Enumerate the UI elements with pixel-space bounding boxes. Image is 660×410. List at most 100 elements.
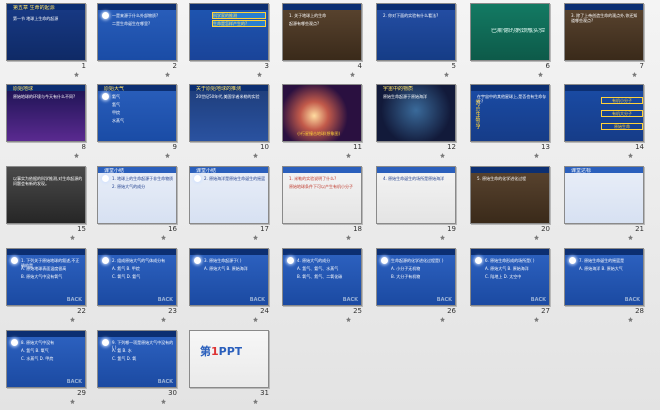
slide-thumbnail[interactable]: 第1PPT — [189, 330, 269, 388]
slide-cell-7[interactable]: 3. 除了上帝创造生命的观点外,你还知道哪些观点? 7 — [564, 3, 646, 77]
transition-star-icon — [257, 62, 262, 77]
slide-thumbnail[interactable]: 原始大气 氨气 氢气 甲烷 水蒸气 — [97, 84, 177, 142]
slide-header-bar — [283, 4, 361, 10]
slide-text-line: 7. 原始生命诞生的摇篮是 — [579, 258, 625, 263]
slide-cell-16[interactable]: 课堂小结 1. 地球上的生命起源于非生命物质 2. 原始大气的成分 16 — [97, 166, 179, 240]
slide-cell-30[interactable]: 9. 下列哪一项是原始大气中没有的( ) A. 氨 B. 水 C. 氢气 D. 氧B… — [97, 330, 179, 404]
slide-header-bar — [377, 4, 455, 10]
slide-thumbnail[interactable]: 5. 原始生命的化学进化过程 — [470, 166, 550, 224]
slide-text-line: 一是来源于什么外部物质? — [112, 13, 159, 18]
slide-thumbnail[interactable]: 以事实为依据的科学推测,对生命起源的问题会有新的发现。 — [6, 166, 86, 224]
slide-thumbnail[interactable]: 小行星撞击地球(想象图) — [282, 84, 362, 142]
slide-cell-27[interactable]: 6. 原始生命形成的场所是( ) A. 原始大气 B. 原始海洋 C. 陆地上 D.… — [470, 248, 552, 322]
logo-text-suffix: PPT — [218, 345, 243, 358]
slide-number: 22 — [77, 307, 86, 315]
slide-cell-26[interactable]: 生命起源的化学进化过程是( ) A. 小分子无机物 B. 大分子有机物 BACK 26 — [376, 248, 458, 322]
transition-star-icon — [632, 62, 637, 77]
slide-cell-21[interactable]: 课堂达标 21 — [564, 166, 646, 240]
slide-thumbnail[interactable]: 关于原始地球的推测 20世纪50年代,美国学者米勒的实验 — [189, 84, 269, 142]
slide-cell-6[interactable]: 巴斯德的鹅颈瓶实验 6 — [470, 3, 552, 77]
slide-title: 原始大气 — [104, 86, 125, 92]
slide-cell-17[interactable]: 课堂小结 2. 原始海洋是原始生命诞生的摇篮 17 — [189, 166, 271, 240]
slide-cell-20[interactable]: 5. 原始生命的化学进化过程 20 — [470, 166, 552, 240]
slide-thumbnail[interactable]: 2. 组成原始大气的气体成分有 A. 氮气 B. 甲烷 C. 氧气 D. 氨气 BAC… — [97, 248, 177, 306]
slide-thumbnail[interactable]: 1. 米勒的实验说明了什么? 原始地球条件下可以产生有机小分子 — [282, 166, 362, 224]
slide-thumbnail[interactable]: 课堂达标 — [564, 166, 644, 224]
slide-cell-1[interactable]: 第五章 生命的起源 第一节 地球上生命的起源 1 — [6, 3, 88, 77]
slide-thumbnail[interactable]: 原始地球 原始地球的环境与今天有什么不同? — [6, 84, 86, 142]
slide-cell-29[interactable]: 8. 原始大气中没有 A. 氢气 B. 氧气 C. 水蒸气 D. 甲烷 BACK 29 — [6, 330, 88, 404]
slide-thumbnail[interactable]: 7. 原始生命诞生的摇篮是 A. 原始海洋 B. 原始大气 BACK — [564, 248, 644, 306]
slide-cell-5[interactable]: 2. 你对下面的实验有什么看法? 5 — [376, 3, 458, 77]
slide-number: 20 — [541, 225, 550, 233]
slide-text-line: 20世纪50年代,美国学者米勒的实验 — [196, 94, 260, 99]
slide-thumbnail[interactable]: 课堂小结 1. 地球上的生命起源于非生命物质 2. 原始大气的成分 — [97, 166, 177, 224]
slide-cell-31[interactable]: 第1PPT 31 — [189, 330, 271, 404]
slide-thumbnail[interactable]: 科学家的推测 生命是怎样产生的? — [189, 3, 269, 61]
slide-text-line: A. 小分子无机物 — [391, 266, 421, 271]
slide-cell-3[interactable]: 科学家的推测 生命是怎样产生的? 3 — [189, 3, 271, 77]
slide-thumbnail[interactable]: 9. 下列哪一项是原始大气中没有的( ) A. 氨 B. 水 C. 氢气 D. 氧B… — [97, 330, 177, 388]
slide-cell-24[interactable]: 3. 原始生命起源于( ) A. 原始大气 B. 原始海洋 BACK 24 — [189, 248, 271, 322]
slide-thumbnail[interactable]: 1. 关于地球上的生命 起源有哪些观点? — [282, 3, 362, 61]
slide-cell-25[interactable]: 4. 原始大气的成分 A. 氢气、氨气、水蒸气 B. 氧气、氮气、二氧化碳 BACK 2… — [282, 248, 364, 322]
slide-thumbnail[interactable]: 8. 原始大气中没有 A. 氢气 B. 氧气 C. 水蒸气 D. 甲烷 BACK — [6, 330, 86, 388]
slide-text-line: A. 原始地球表面温度很高 — [21, 266, 67, 271]
slide-title: 巴斯德的鹅颈瓶实验 — [491, 28, 546, 34]
slide-cell-4[interactable]: 1. 关于地球上的生命 起源有哪些观点? 4 — [282, 3, 364, 77]
slide-thumbnail[interactable]: 6. 原始生命形成的场所是( ) A. 原始大气 B. 原始海洋 C. 陆地上 D.… — [470, 248, 550, 306]
sparkle-icon — [102, 257, 109, 264]
slide-cell-10[interactable]: 关于原始地球的推测 20世纪50年代,美国学者米勒的实验 10 — [189, 84, 271, 158]
slide-thumbnail[interactable]: 第五章 生命的起源 第一节 地球上生命的起源 — [6, 3, 86, 61]
slide-cell-13[interactable]: 在宇宙中的其他星球上,是否也有生命存在? 热点生物学 13 — [470, 84, 552, 158]
slide-cell-8[interactable]: 原始地球 原始地球的环境与今天有什么不同? 8 — [6, 84, 88, 158]
sparkle-icon — [11, 339, 18, 346]
slide-thumbnail[interactable]: 在宇宙中的其他星球上,是否也有生命存在? 热点生物学 — [470, 84, 550, 142]
slide-number: 12 — [447, 143, 456, 151]
back-label: BACK — [66, 379, 82, 385]
slide-text-line: A. 原始大气 B. 原始海洋 — [204, 266, 248, 271]
back-label: BACK — [157, 379, 173, 385]
slide-cell-14[interactable]: 有机小分子 有机大分子 原始生命 14 — [564, 84, 646, 158]
slide-title: 原始地球 — [13, 86, 34, 92]
slide-number: 27 — [541, 307, 550, 315]
slide-thumbnail[interactable]: 2. 你对下面的实验有什么看法? — [376, 3, 456, 61]
slide-flow-label: 有机小分子 — [601, 97, 643, 104]
transition-star-icon — [161, 307, 166, 322]
transition-star-icon — [628, 143, 633, 158]
slide-thumbnail[interactable]: 3. 除了上帝创造生命的观点外,你还知道哪些观点? — [564, 3, 644, 61]
slide-thumbnail[interactable]: 有机小分子 有机大分子 原始生命 — [564, 84, 644, 142]
slide-cell-2[interactable]: 一是来源于什么外部物质? 二是生命诞生在哪里? 2 — [97, 3, 179, 77]
slide-text-line: 4. 原始大气的成分 — [297, 258, 331, 263]
slide-number: 29 — [77, 389, 86, 397]
slide-header-bar — [471, 249, 549, 255]
slide-cell-12[interactable]: 宇宙中的物质 原始生命起源于原始海洋 12 — [376, 84, 458, 158]
slide-thumbnail[interactable]: 课堂小结 2. 原始海洋是原始生命诞生的摇篮 — [189, 166, 269, 224]
slide-cell-15[interactable]: 以事实为依据的科学推测,对生命起源的问题会有新的发现。 15 — [6, 166, 88, 240]
transition-star-icon — [346, 143, 351, 158]
slide-cell-28[interactable]: 7. 原始生命诞生的摇篮是 A. 原始海洋 B. 原始大气 BACK 28 — [564, 248, 646, 322]
slide-thumbnail[interactable]: 1. 下列关于原始地球的叙述,不正确的是 A. 原始地球表面温度很高 B. 原始大气… — [6, 248, 86, 306]
slide-thumbnail[interactable]: 3. 原始生命起源于( ) A. 原始大气 B. 原始海洋 BACK — [189, 248, 269, 306]
slide-thumbnail[interactable]: 4. 原始大气的成分 A. 氢气、氨气、水蒸气 B. 氧气、氮气、二氧化碳 BACK — [282, 248, 362, 306]
transition-star-icon — [440, 307, 445, 322]
slide-thumbnail[interactable]: 宇宙中的物质 原始生命起源于原始海洋 — [376, 84, 456, 142]
slide-number: 2 — [172, 62, 177, 70]
slide-text-line: 2. 组成原始大气的气体成分有 — [112, 258, 166, 263]
slide-thumbnail[interactable]: 巴斯德的鹅颈瓶实验 — [470, 3, 550, 61]
sparkle-icon — [475, 257, 482, 264]
ppt-logo: 第1PPT — [200, 345, 242, 358]
slide-thumbnail[interactable]: 4. 原始生命诞生的场所是原始海洋 — [376, 166, 456, 224]
slide-cell-22[interactable]: 1. 下列关于原始地球的叙述,不正确的是 A. 原始地球表面温度很高 B. 原始大气… — [6, 248, 88, 322]
slide-cell-18[interactable]: 1. 米勒的实验说明了什么? 原始地球条件下可以产生有机小分子 18 — [282, 166, 364, 240]
slide-number: 11 — [353, 143, 362, 151]
slide-thumbnail[interactable]: 生命起源的化学进化过程是( ) A. 小分子无机物 B. 大分子有机物 BACK — [376, 248, 456, 306]
slide-cell-19[interactable]: 4. 原始生命诞生的场所是原始海洋 19 — [376, 166, 458, 240]
slide-cell-11[interactable]: 小行星撞击地球(想象图) 11 — [282, 84, 364, 158]
slide-title: 课堂小结 — [104, 168, 125, 174]
slide-number: 14 — [635, 143, 644, 151]
slide-cell-23[interactable]: 2. 组成原始大气的气体成分有 A. 氮气 B. 甲烷 C. 氧气 D. 氨气 BAC… — [97, 248, 179, 322]
slide-cell-9[interactable]: 原始大气 氨气 氢气 甲烷 水蒸气 9 — [97, 84, 179, 158]
slide-text-line: 3. 原始生命起源于( ) — [204, 258, 242, 263]
slide-thumbnail[interactable]: 一是来源于什么外部物质? 二是生命诞生在哪里? — [97, 3, 177, 61]
